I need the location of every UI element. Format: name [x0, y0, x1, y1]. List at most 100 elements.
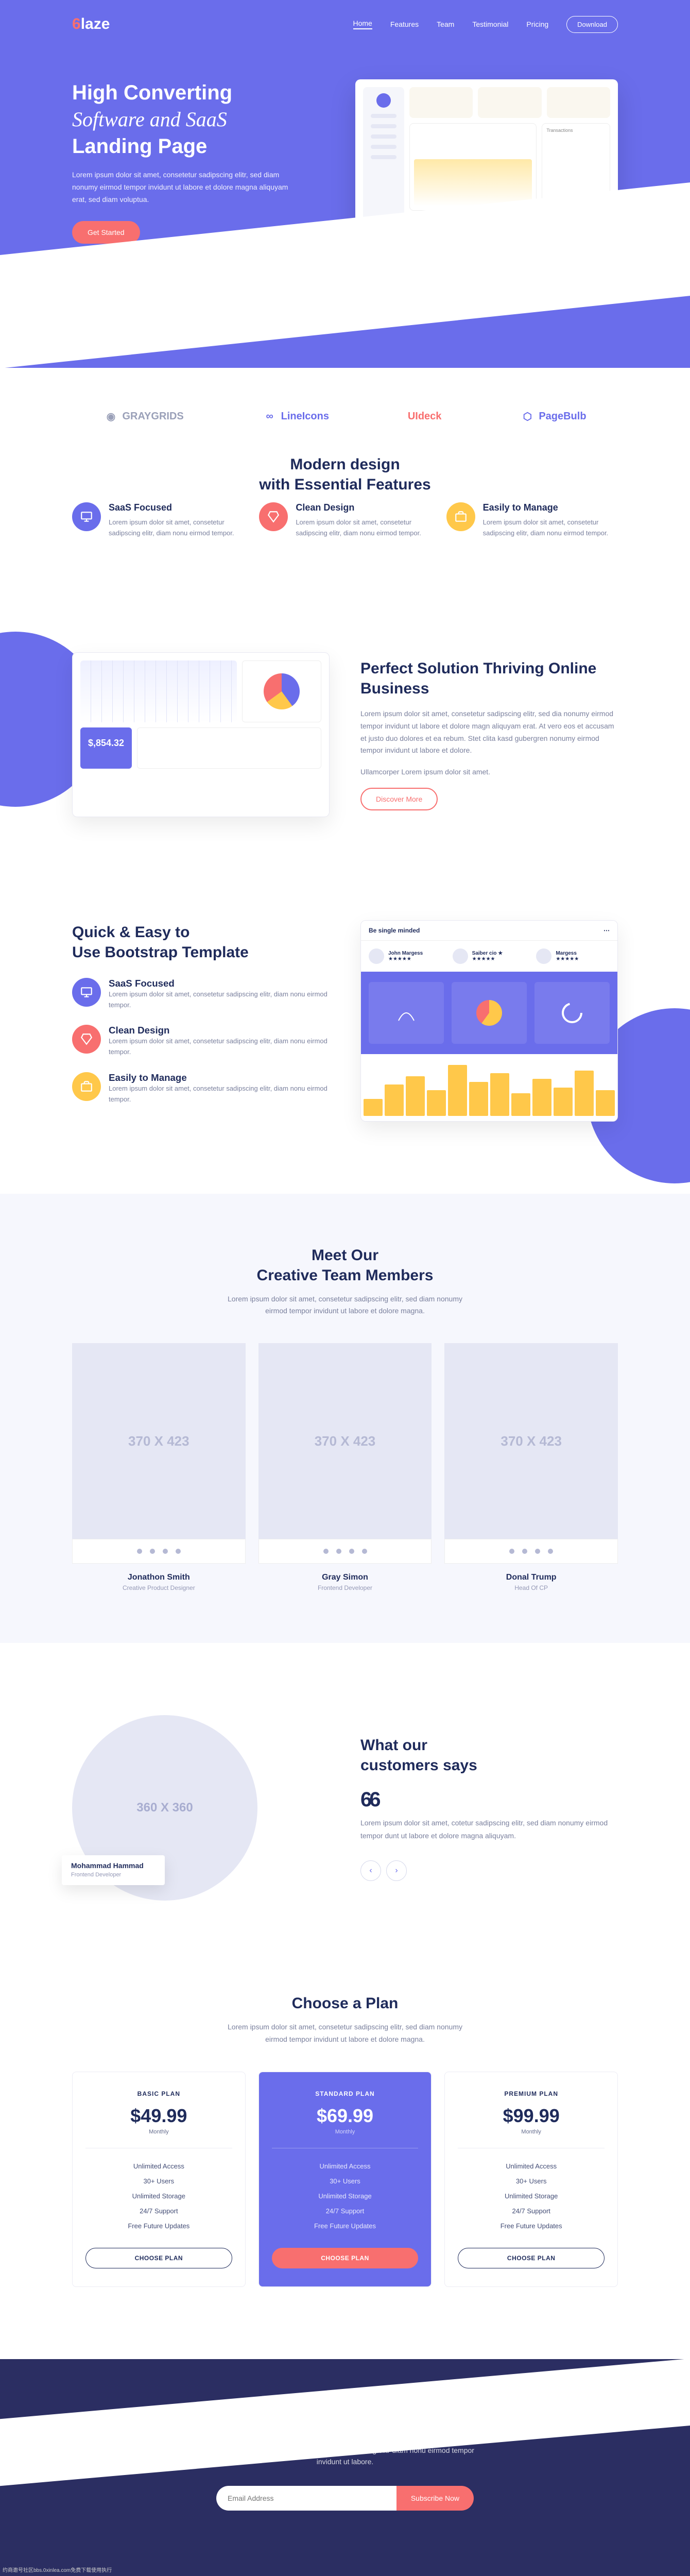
plan-name: BASIC PLAN	[85, 2090, 232, 2097]
dashboard-title: Be single minded	[369, 927, 420, 934]
image-placeholder: 370 X 423	[501, 1433, 562, 1449]
team-card: 370 X 423 Donal Trump Head Of CP	[444, 1343, 618, 1591]
email-input[interactable]	[216, 2486, 396, 2511]
template-feat-manage: Easily to ManageLorem ipsum dolor sit am…	[72, 1072, 330, 1105]
feature-title: Easily to Manage	[109, 1072, 330, 1083]
team-section: Meet OurCreative Team Members Lorem ipsu…	[0, 1194, 690, 1643]
customer-role: Frontend Developer	[71, 1872, 121, 1878]
nav-home[interactable]: Home	[353, 19, 372, 29]
testimonial-image: 360 X 360 Mohammad Hammad Frontend Devel…	[72, 1715, 330, 1901]
briefcase-icon	[446, 502, 475, 531]
team-title: Meet OurCreative Team Members	[72, 1245, 618, 1285]
plan-price: $69.99	[272, 2105, 419, 2127]
feature-text: Lorem ipsum dolor sit amet, consetetur s…	[109, 989, 330, 1011]
plan-features: Unlimited Access30+ UsersUnlimited Stora…	[458, 2159, 605, 2233]
image-placeholder: 370 X 423	[315, 1433, 376, 1449]
testimonial-text: Lorem ipsum dolor sit amet, cotetur sadi…	[360, 1817, 618, 1842]
next-arrow[interactable]: ›	[386, 1860, 407, 1881]
image-placeholder: 360 X 360	[136, 1801, 193, 1815]
feature-text: Lorem ipsum dolor sit amet, consetetur s…	[109, 517, 244, 539]
member-role: Frontend Developer	[258, 1584, 432, 1591]
member-name: Jonathon Smith	[72, 1573, 246, 1582]
feature-title: SaaS Focused	[109, 978, 330, 989]
nav-pricing[interactable]: Pricing	[526, 20, 548, 28]
main-nav: 6laze Home Features Team Testimonial Pri…	[62, 0, 628, 48]
team-card: 370 X 423 Jonathon Smith Creative Produc…	[72, 1343, 246, 1591]
choose-plan-button[interactable]: CHOOSE PLAN	[458, 2248, 605, 2268]
logo-uideck: UIdeck	[408, 411, 442, 422]
diamond-icon	[72, 1025, 101, 1054]
nav-testimonial[interactable]: Testimonial	[472, 20, 508, 28]
nav-links: Home Features Team Testimonial Pricing D…	[353, 16, 618, 33]
features-title: Modern designwith Essential Features	[72, 454, 618, 495]
prev-arrow[interactable]: ‹	[360, 1860, 381, 1881]
template-image: Be single minded⋯ John Margess★★★★★ Saib…	[360, 920, 618, 1122]
logo-graygrids: ◉GRAYGRIDS	[104, 409, 183, 423]
features-section: Modern designwith Essential Features Saa…	[62, 454, 628, 539]
discover-more-button[interactable]: Discover More	[360, 788, 438, 810]
solution-image: $,854.32	[72, 652, 330, 817]
member-name: Donal Trump	[444, 1573, 618, 1582]
watermark-text: 约商邀号社区bbs.0xinlea.com免费下载使用执行	[3, 2566, 112, 2573]
member-role: Creative Product Designer	[72, 1584, 246, 1591]
get-started-button[interactable]: Get Started	[72, 221, 140, 244]
briefcase-icon	[72, 1072, 101, 1101]
plan-features: Unlimited Access30+ UsersUnlimited Stora…	[85, 2159, 232, 2233]
template-title: Quick & Easy toUse Bootstrap Template	[72, 922, 330, 962]
monitor-icon	[72, 978, 101, 1007]
nav-features[interactable]: Features	[390, 20, 419, 28]
team-card: 370 X 423 Gray Simon Frontend Developer	[258, 1343, 432, 1591]
pricing-section: Choose a Plan Lorem ipsum dolor sit amet…	[0, 1973, 690, 2359]
feature-title: Clean Design	[109, 1025, 330, 1036]
logo-lineicons: ∞LineIcons	[263, 409, 329, 423]
feature-title: Easily to Manage	[483, 502, 618, 513]
testimonial-section: 360 X 360 Mohammad Hammad Frontend Devel…	[0, 1643, 690, 1973]
subscribe-button[interactable]: Subscribe Now	[396, 2486, 474, 2511]
plan-standard: STANDARD PLAN $69.99 Monthly Unlimited A…	[258, 2072, 432, 2287]
hero-section: 6laze Home Features Team Testimonial Pri…	[0, 0, 690, 368]
quote-icon: 66	[360, 1788, 618, 1811]
choose-plan-button[interactable]: CHOOSE PLAN	[85, 2248, 232, 2268]
plan-features: Unlimited Access30+ UsersUnlimited Stora…	[272, 2159, 419, 2233]
plan-basic: BASIC PLAN $49.99 Monthly Unlimited Acce…	[72, 2072, 246, 2287]
plan-name: PREMIUM PLAN	[458, 2090, 605, 2097]
newsletter-section: Subscribe Newsletter Lorem ipsum dolor s…	[0, 2359, 690, 2576]
logo[interactable]: 6laze	[72, 15, 110, 33]
client-logos: ◉GRAYGRIDS ∞LineIcons UIdeck ⬡PageBulb	[62, 368, 628, 454]
feature-text: Lorem ipsum dolor sit amet, consetetur s…	[483, 517, 618, 539]
testimonial-name-card: Mohammad Hammad Frontend Developer	[62, 1855, 165, 1885]
download-button[interactable]: Download	[566, 16, 618, 33]
feature-clean: Clean Design Lorem ipsum dolor sit amet, …	[259, 502, 430, 539]
feature-manage: Easily to Manage Lorem ipsum dolor sit am…	[446, 502, 618, 539]
member-name: Gray Simon	[258, 1573, 432, 1582]
feature-title: Clean Design	[296, 502, 430, 513]
solution-section: $,854.32 Perfect Solution Thriving Onlin…	[0, 590, 690, 879]
pricing-subtitle: Lorem ipsum dolor sit amet, consetetur s…	[216, 2021, 474, 2046]
logo-pagebulb: ⬡PageBulb	[520, 409, 586, 423]
newsletter-form: Subscribe Now	[216, 2486, 474, 2511]
plan-period: Monthly	[458, 2129, 605, 2135]
diamond-icon	[259, 502, 288, 531]
monitor-icon	[72, 502, 101, 531]
feature-text: Lorem ipsum dolor sit amet, consetetur s…	[109, 1083, 330, 1105]
hero-subtitle: Lorem ipsum dolor sit amet, consetetur s…	[72, 169, 288, 206]
plan-premium: PREMIUM PLAN $99.99 Monthly Unlimited Ac…	[444, 2072, 618, 2287]
customer-name: Mohammad Hammad	[71, 1861, 156, 1870]
solution-text-1: Lorem ipsum dolor sit amet, consetetur s…	[360, 708, 618, 757]
nav-team[interactable]: Team	[437, 20, 454, 28]
newsletter-subtitle: Lorem ipsum dolor sit amet, consetetur s…	[203, 2445, 487, 2468]
template-feat-clean: Clean DesignLorem ipsum dolor sit amet, …	[72, 1025, 330, 1058]
feature-text: Lorem ipsum dolor sit amet, consetetur s…	[296, 517, 430, 539]
plan-name: STANDARD PLAN	[272, 2090, 419, 2097]
feature-text: Lorem ipsum dolor sit amet, consetetur s…	[109, 1036, 330, 1058]
choose-plan-button[interactable]: CHOOSE PLAN	[272, 2248, 419, 2268]
avatar-icon	[376, 93, 391, 108]
testimonial-title: What ourcustomers says	[360, 1735, 618, 1775]
solution-text-2: Ullamcorper Lorem ipsum dolor sit amet.	[360, 766, 618, 778]
revenue-badge: $,854.32	[80, 727, 132, 769]
newsletter-title: Subscribe Newsletter	[10, 2421, 680, 2438]
plan-price: $99.99	[458, 2105, 605, 2127]
hero-title: High Converting Software and SaaS Landin…	[72, 79, 335, 160]
image-placeholder: 370 X 423	[128, 1433, 189, 1449]
plan-period: Monthly	[85, 2129, 232, 2135]
